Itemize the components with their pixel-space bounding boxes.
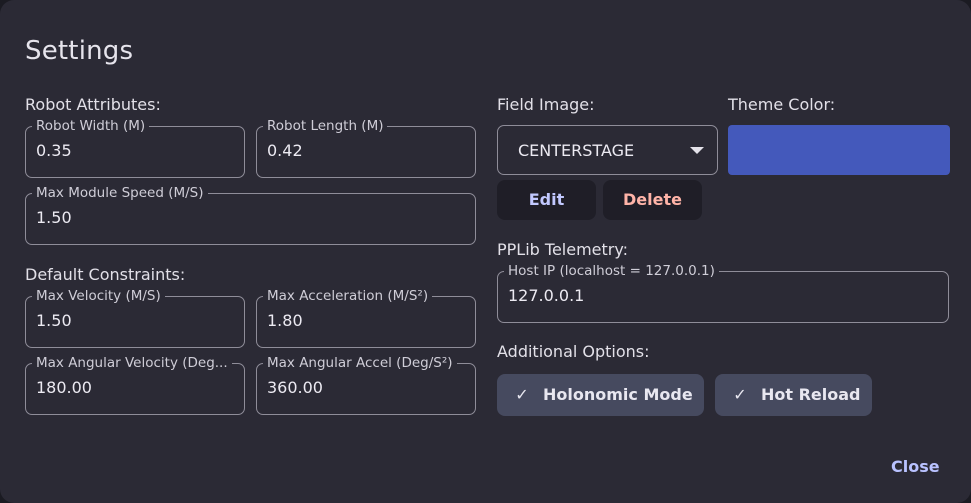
max-velocity-field[interactable]: Max Velocity (M/S) [25, 288, 245, 348]
holonomic-mode-toggle[interactable]: ✓ Holonomic Mode [497, 374, 704, 416]
max-angular-velocity-input[interactable] [36, 378, 234, 397]
field-image-select[interactable]: CENTERSTAGE [497, 125, 718, 175]
check-icon: ✓ [733, 385, 747, 404]
max-acceleration-input[interactable] [267, 311, 465, 330]
max-module-speed-input[interactable] [36, 208, 465, 227]
holonomic-mode-label: Holonomic Mode [543, 385, 693, 404]
robot-width-input[interactable] [36, 141, 234, 160]
dropdown-arrow-icon [690, 147, 704, 154]
dialog-title: Settings [25, 36, 134, 66]
field-image-label: Field Image: [497, 95, 595, 114]
hot-reload-toggle[interactable]: ✓ Hot Reload [715, 374, 872, 416]
max-velocity-label: Max Velocity (M/S) [32, 288, 165, 304]
max-module-speed-field[interactable]: Max Module Speed (M/S) [25, 185, 476, 245]
robot-width-field[interactable]: Robot Width (M) [25, 118, 245, 178]
host-ip-label: Host IP (localhost = 127.0.0.1) [504, 263, 719, 279]
max-angular-accel-input[interactable] [267, 378, 465, 397]
max-angular-velocity-field[interactable]: Max Angular Velocity (Deg... [25, 355, 245, 415]
edit-field-button[interactable]: Edit [497, 180, 596, 220]
robot-length-input[interactable] [267, 141, 465, 160]
hot-reload-label: Hot Reload [761, 385, 861, 404]
max-angular-accel-field[interactable]: Max Angular Accel (Deg/S²) [256, 355, 476, 415]
robot-length-label: Robot Length (M) [263, 118, 388, 134]
max-velocity-input[interactable] [36, 311, 234, 330]
max-angular-velocity-label: Max Angular Velocity (Deg... [32, 355, 232, 371]
theme-color-swatch[interactable] [728, 125, 950, 175]
robot-attributes-label: Robot Attributes: [25, 95, 161, 114]
check-icon: ✓ [515, 385, 529, 404]
settings-dialog: Settings Robot Attributes: Robot Width (… [0, 0, 971, 503]
max-acceleration-label: Max Acceleration (M/S²) [263, 288, 433, 304]
max-module-speed-label: Max Module Speed (M/S) [32, 185, 208, 201]
pplib-telemetry-label: PPLib Telemetry: [497, 240, 629, 259]
additional-options-label: Additional Options: [497, 342, 650, 361]
robot-length-field[interactable]: Robot Length (M) [256, 118, 476, 178]
host-ip-field[interactable]: Host IP (localhost = 127.0.0.1) [497, 263, 949, 323]
close-button[interactable]: Close [891, 457, 940, 476]
field-image-selected-value: CENTERSTAGE [518, 141, 635, 160]
delete-field-button[interactable]: Delete [603, 180, 702, 220]
theme-color-label: Theme Color: [728, 95, 836, 114]
robot-width-label: Robot Width (M) [32, 118, 150, 134]
default-constraints-label: Default Constraints: [25, 265, 186, 284]
host-ip-input[interactable] [508, 286, 938, 305]
max-acceleration-field[interactable]: Max Acceleration (M/S²) [256, 288, 476, 348]
max-angular-accel-label: Max Angular Accel (Deg/S²) [263, 355, 457, 371]
